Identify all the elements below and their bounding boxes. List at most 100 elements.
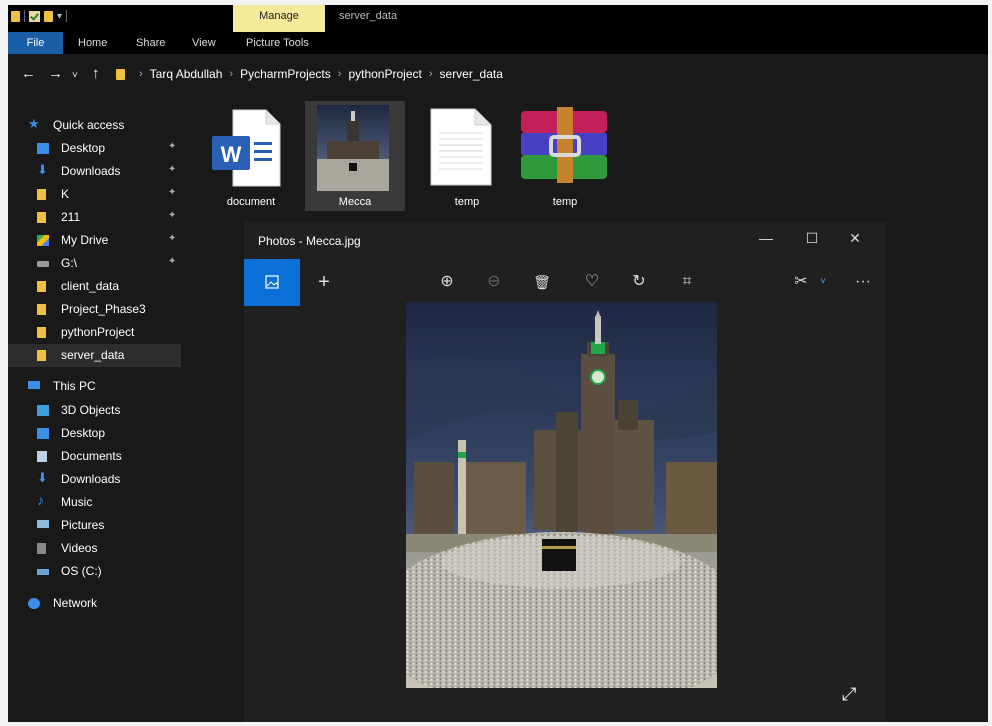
- tab-share[interactable]: Share: [136, 32, 165, 54]
- sidebar-item-label: pythonProject: [61, 325, 135, 339]
- winrar-icon: [521, 107, 607, 183]
- file-explorer-window: ▾ Manage server_data File Home Share Vie…: [8, 5, 988, 722]
- folder-icon: [37, 327, 46, 338]
- download-icon: ⬇: [37, 162, 48, 177]
- delete-icon[interactable]: 🗑: [531, 271, 553, 293]
- folder-icon: [37, 212, 46, 223]
- file-name: document: [226, 196, 276, 208]
- network-icon: [28, 598, 40, 609]
- sidebar-item-label: Videos: [61, 541, 98, 555]
- folder-icon: [37, 304, 46, 315]
- star-icon: ★: [28, 116, 40, 131]
- file-item-document[interactable]: W document: [201, 101, 301, 211]
- sidebar-item-desktop[interactable]: Desktop ✦: [8, 137, 181, 160]
- divider: [24, 10, 25, 22]
- sidebar-item-quick-access[interactable]: ★ Quick access: [8, 114, 181, 137]
- customize-toolbar-icon[interactable]: ▾: [57, 11, 62, 22]
- file-item-temp-rar[interactable]: temp: [515, 101, 615, 211]
- sidebar-item-server-data[interactable]: server_data: [8, 344, 181, 367]
- chevron-right-icon[interactable]: ›: [139, 68, 143, 80]
- chevron-right-icon[interactable]: ›: [338, 68, 342, 80]
- up-arrow-icon[interactable]: ↑: [92, 65, 100, 83]
- zoom-in-icon[interactable]: ⊕: [436, 271, 458, 293]
- navigation-pane: ★ Quick access Desktop ✦ ⬇ Downloads ✦ K…: [8, 109, 181, 722]
- file-item-temp-txt[interactable]: temp: [417, 101, 517, 211]
- pin-icon[interactable]: ✦: [168, 187, 176, 198]
- rotate-icon[interactable]: ↻: [628, 271, 650, 293]
- file-item-mecca[interactable]: Mecca: [305, 101, 405, 211]
- sidebar-item-my-drive[interactable]: My Drive ✦: [8, 229, 181, 252]
- sidebar-item-os-c[interactable]: OS (C:): [8, 560, 181, 583]
- sidebar-item-label: 211: [61, 210, 81, 224]
- new-folder-icon[interactable]: [44, 10, 53, 22]
- desktop-icon: [37, 428, 49, 439]
- favorite-icon[interactable]: ♡: [581, 271, 603, 293]
- sidebar-item-pictures[interactable]: Pictures: [8, 514, 181, 537]
- photos-app-window: Photos - Mecca.jpg — ☐ ✕ + ⊕ ⊖ 🗑 ♡ ↻ ⌗ ✂…: [244, 222, 886, 722]
- back-arrow-icon[interactable]: ←: [21, 65, 36, 83]
- minimize-button[interactable]: —: [751, 230, 781, 246]
- sidebar-item-project-phase3[interactable]: Project_Phase3: [8, 298, 181, 321]
- edit-icon[interactable]: ✂: [790, 271, 812, 293]
- sidebar-item-downloads-pc[interactable]: ⬇ Downloads: [8, 468, 181, 491]
- sidebar-item-this-pc[interactable]: This PC: [8, 375, 181, 398]
- tab-picture-tools[interactable]: Picture Tools: [246, 32, 309, 54]
- crop-icon[interactable]: ⌗: [676, 271, 698, 293]
- sidebar-item-documents[interactable]: Documents: [8, 445, 181, 468]
- sidebar-item-k[interactable]: K ✦: [8, 183, 181, 206]
- sidebar-item-label: Desktop: [61, 426, 106, 440]
- word-icon: W: [212, 109, 281, 187]
- sidebar-item-label: Pictures: [61, 518, 105, 532]
- pin-icon[interactable]: ✦: [168, 210, 176, 221]
- sidebar-item-3d-objects[interactable]: 3D Objects: [8, 399, 181, 422]
- tab-home[interactable]: Home: [78, 32, 107, 54]
- properties-icon[interactable]: [29, 10, 40, 22]
- folder-icon: [37, 189, 46, 200]
- close-button[interactable]: ✕: [840, 230, 870, 247]
- breadcrumb-item[interactable]: Tarq Abdullah: [150, 67, 223, 81]
- pin-icon[interactable]: ✦: [168, 256, 176, 267]
- breadcrumb-item[interactable]: pythonProject: [348, 67, 421, 81]
- pin-icon[interactable]: ✦: [168, 233, 176, 244]
- maximize-button[interactable]: ☐: [797, 230, 827, 247]
- download-icon: ⬇: [37, 470, 48, 485]
- tab-file[interactable]: File: [8, 32, 63, 54]
- add-icon[interactable]: +: [313, 271, 335, 293]
- music-icon: ♪: [37, 492, 44, 508]
- breadcrumb-item[interactable]: server_data: [440, 67, 503, 81]
- title-bar: ▾ Manage server_data: [8, 5, 988, 32]
- sidebar-item-downloads[interactable]: ⬇ Downloads ✦: [8, 160, 181, 183]
- expand-icon[interactable]: ⤢: [842, 684, 856, 705]
- view-image-button[interactable]: [244, 259, 300, 306]
- chevron-right-icon[interactable]: ›: [229, 68, 233, 80]
- disk-icon: [37, 569, 49, 575]
- sidebar-item-desktop-pc[interactable]: Desktop: [8, 422, 181, 445]
- sidebar-item-label: K: [61, 187, 70, 201]
- sidebar-item-network[interactable]: Network: [8, 592, 181, 615]
- sidebar-item-client-data[interactable]: client_data: [8, 275, 181, 298]
- manage-tab[interactable]: Manage: [233, 5, 325, 32]
- file-name: temp: [552, 196, 578, 208]
- chevron-right-icon[interactable]: ›: [429, 68, 433, 80]
- folder-icon: [116, 69, 125, 80]
- recent-locations-chevron-icon[interactable]: ˅: [72, 67, 78, 85]
- sidebar-item-label: 3D Objects: [61, 403, 121, 417]
- text-file-icon: [430, 108, 492, 186]
- pin-icon[interactable]: ✦: [168, 164, 176, 175]
- sidebar-item-g-drive[interactable]: G:\ ✦: [8, 252, 181, 275]
- sidebar-item-music[interactable]: ♪ Music: [8, 491, 181, 514]
- pin-icon[interactable]: ✦: [168, 141, 176, 152]
- sidebar-item-pythonproject[interactable]: pythonProject: [8, 321, 181, 344]
- tab-view[interactable]: View: [192, 32, 216, 54]
- sidebar-item-211[interactable]: 211 ✦: [8, 206, 181, 229]
- folder-icon: [37, 350, 46, 361]
- more-options-icon[interactable]: ···: [852, 271, 874, 293]
- zoom-out-icon[interactable]: ⊖: [483, 271, 505, 293]
- chevron-down-icon[interactable]: ˅: [812, 271, 834, 293]
- sidebar-item-label: Documents: [61, 449, 122, 463]
- folder-icon[interactable]: [11, 10, 20, 22]
- forward-arrow-icon[interactable]: →: [48, 65, 63, 83]
- sidebar-item-videos[interactable]: Videos: [8, 537, 181, 560]
- breadcrumb-item[interactable]: PycharmProjects: [240, 67, 331, 81]
- sidebar-item-label: Desktop: [61, 141, 106, 155]
